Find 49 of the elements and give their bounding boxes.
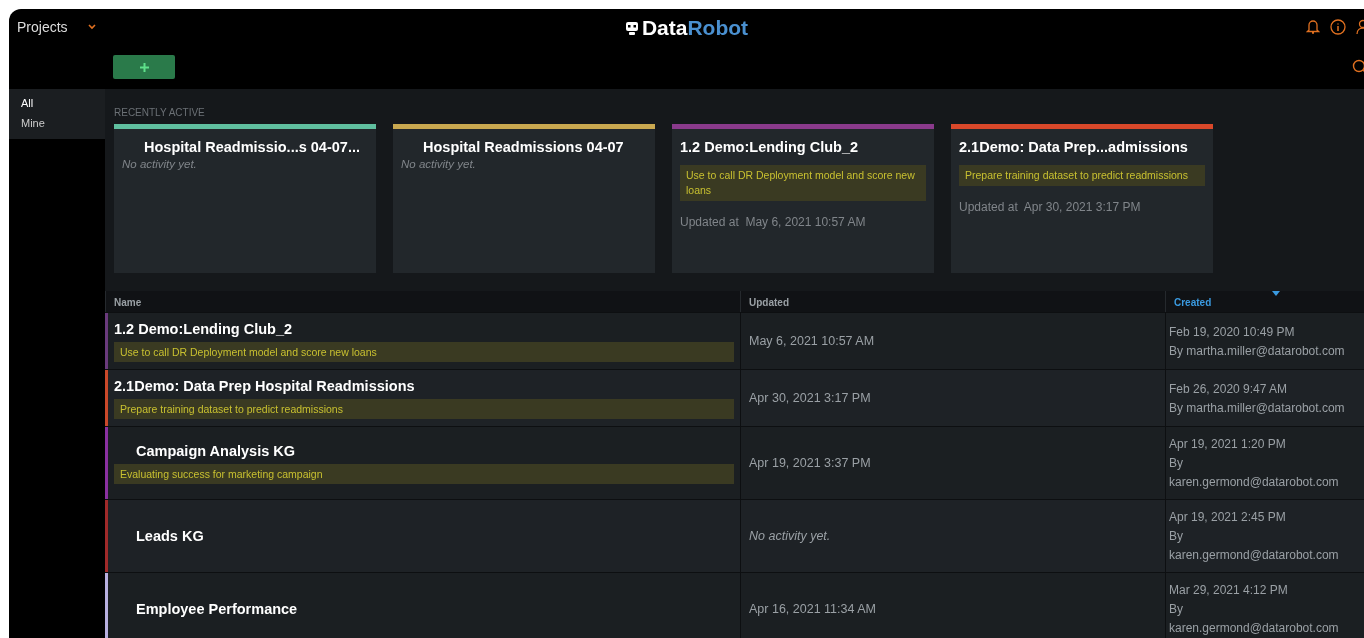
card-description: Prepare training dataset to predict readmissions — [959, 165, 1205, 186]
project-description: Evaluating success for marketing campaign — [114, 463, 734, 484]
project-card[interactable]: Hospital Readmissio...s 04-07... No activity yet. — [114, 124, 376, 273]
activity-text: No activity yet. — [400, 157, 477, 172]
created-date: Feb 19, 2020 10:49 PM — [1169, 324, 1296, 339]
project-name: Employee Performance — [135, 601, 299, 617]
creator-email: karen.germond@datarobot.com — [1169, 621, 1340, 635]
project-card[interactable]: 1.2 Demo:Lending Club_2 Use to call DR Deployment model and score new loans Updated at May 6, 2021 10:57 AM — [672, 124, 934, 273]
logo-text: DataRobot — [641, 16, 749, 40]
updated-text: Updated at May 6, 2021 10:57 AM — [679, 214, 867, 229]
project-description: Use to call DR Deployment model and score new loans — [114, 341, 734, 362]
updated-cell: Apr 16, 2021 11:34 AM — [740, 573, 1165, 638]
project-name: 1.2 Demo:Lending Club_2 — [114, 320, 294, 337]
creator-email: karen.germond@datarobot.com — [1169, 475, 1340, 489]
created-date: Apr 19, 2021 1:20 PM — [1169, 437, 1287, 451]
created-date: Feb 26, 2020 9:47 AM — [1169, 381, 1289, 396]
project-description: Prepare training dataset to predict readmissions — [114, 398, 734, 419]
activity-text: No activity yet. — [121, 157, 198, 172]
created-by: By — [1169, 456, 1184, 470]
card-title: 2.1Demo: Data Prep...admissions — [958, 138, 1189, 155]
sidebar-item[interactable]: Mine — [9, 113, 105, 133]
sidebar-item[interactable]: All — [9, 93, 105, 113]
creator-email: karen.germond@datarobot.com — [1169, 548, 1340, 562]
updated-text: Updated at Apr 30, 2021 3:17 PM — [958, 199, 1142, 214]
project-name: Leads KG — [135, 528, 205, 544]
plus-icon — [139, 62, 149, 72]
robot-logo-icon — [624, 20, 639, 36]
info-icon[interactable] — [1330, 19, 1346, 35]
card-description: Use to call DR Deployment model and score new loans — [680, 165, 926, 201]
created-date: Mar 29, 2021 4:12 PM — [1169, 583, 1289, 597]
name-cell[interactable]: Employee Performance — [105, 573, 740, 638]
created-by: By — [1169, 602, 1184, 616]
created-by: By martha.miller@datarobot.com — [1169, 343, 1346, 358]
project-name: 2.1Demo: Data Prep Hospital Readmissions — [114, 377, 416, 394]
search-icon[interactable] — [1352, 59, 1364, 75]
card-title: Hospital Readmissions 04-07 — [422, 138, 625, 155]
bell-icon[interactable] — [1306, 19, 1320, 35]
sort-caret-icon — [1272, 291, 1280, 296]
created-by: By — [1169, 529, 1184, 543]
card-title: 1.2 Demo:Lending Club_2 — [679, 138, 860, 155]
chevron-down-icon[interactable] — [87, 24, 96, 30]
created-date: Apr 19, 2021 2:45 PM — [1169, 510, 1287, 524]
section-label: RECENTLY ACTIVE — [113, 106, 206, 120]
card-title: Hospital Readmissio...s 04-07... — [143, 138, 361, 155]
projects-menu[interactable]: Projects — [17, 19, 68, 35]
project-card[interactable]: Hospital Readmissions 04-07 No activity yet. — [393, 124, 655, 273]
created-by: By martha.miller@datarobot.com — [1169, 400, 1346, 415]
project-name: Campaign Analysis KG — [135, 442, 296, 459]
project-card[interactable]: 2.1Demo: Data Prep...admissions Prepare training dataset to predict readmissions Updated at Apr 30, 2021 3:17 PM — [951, 124, 1213, 273]
